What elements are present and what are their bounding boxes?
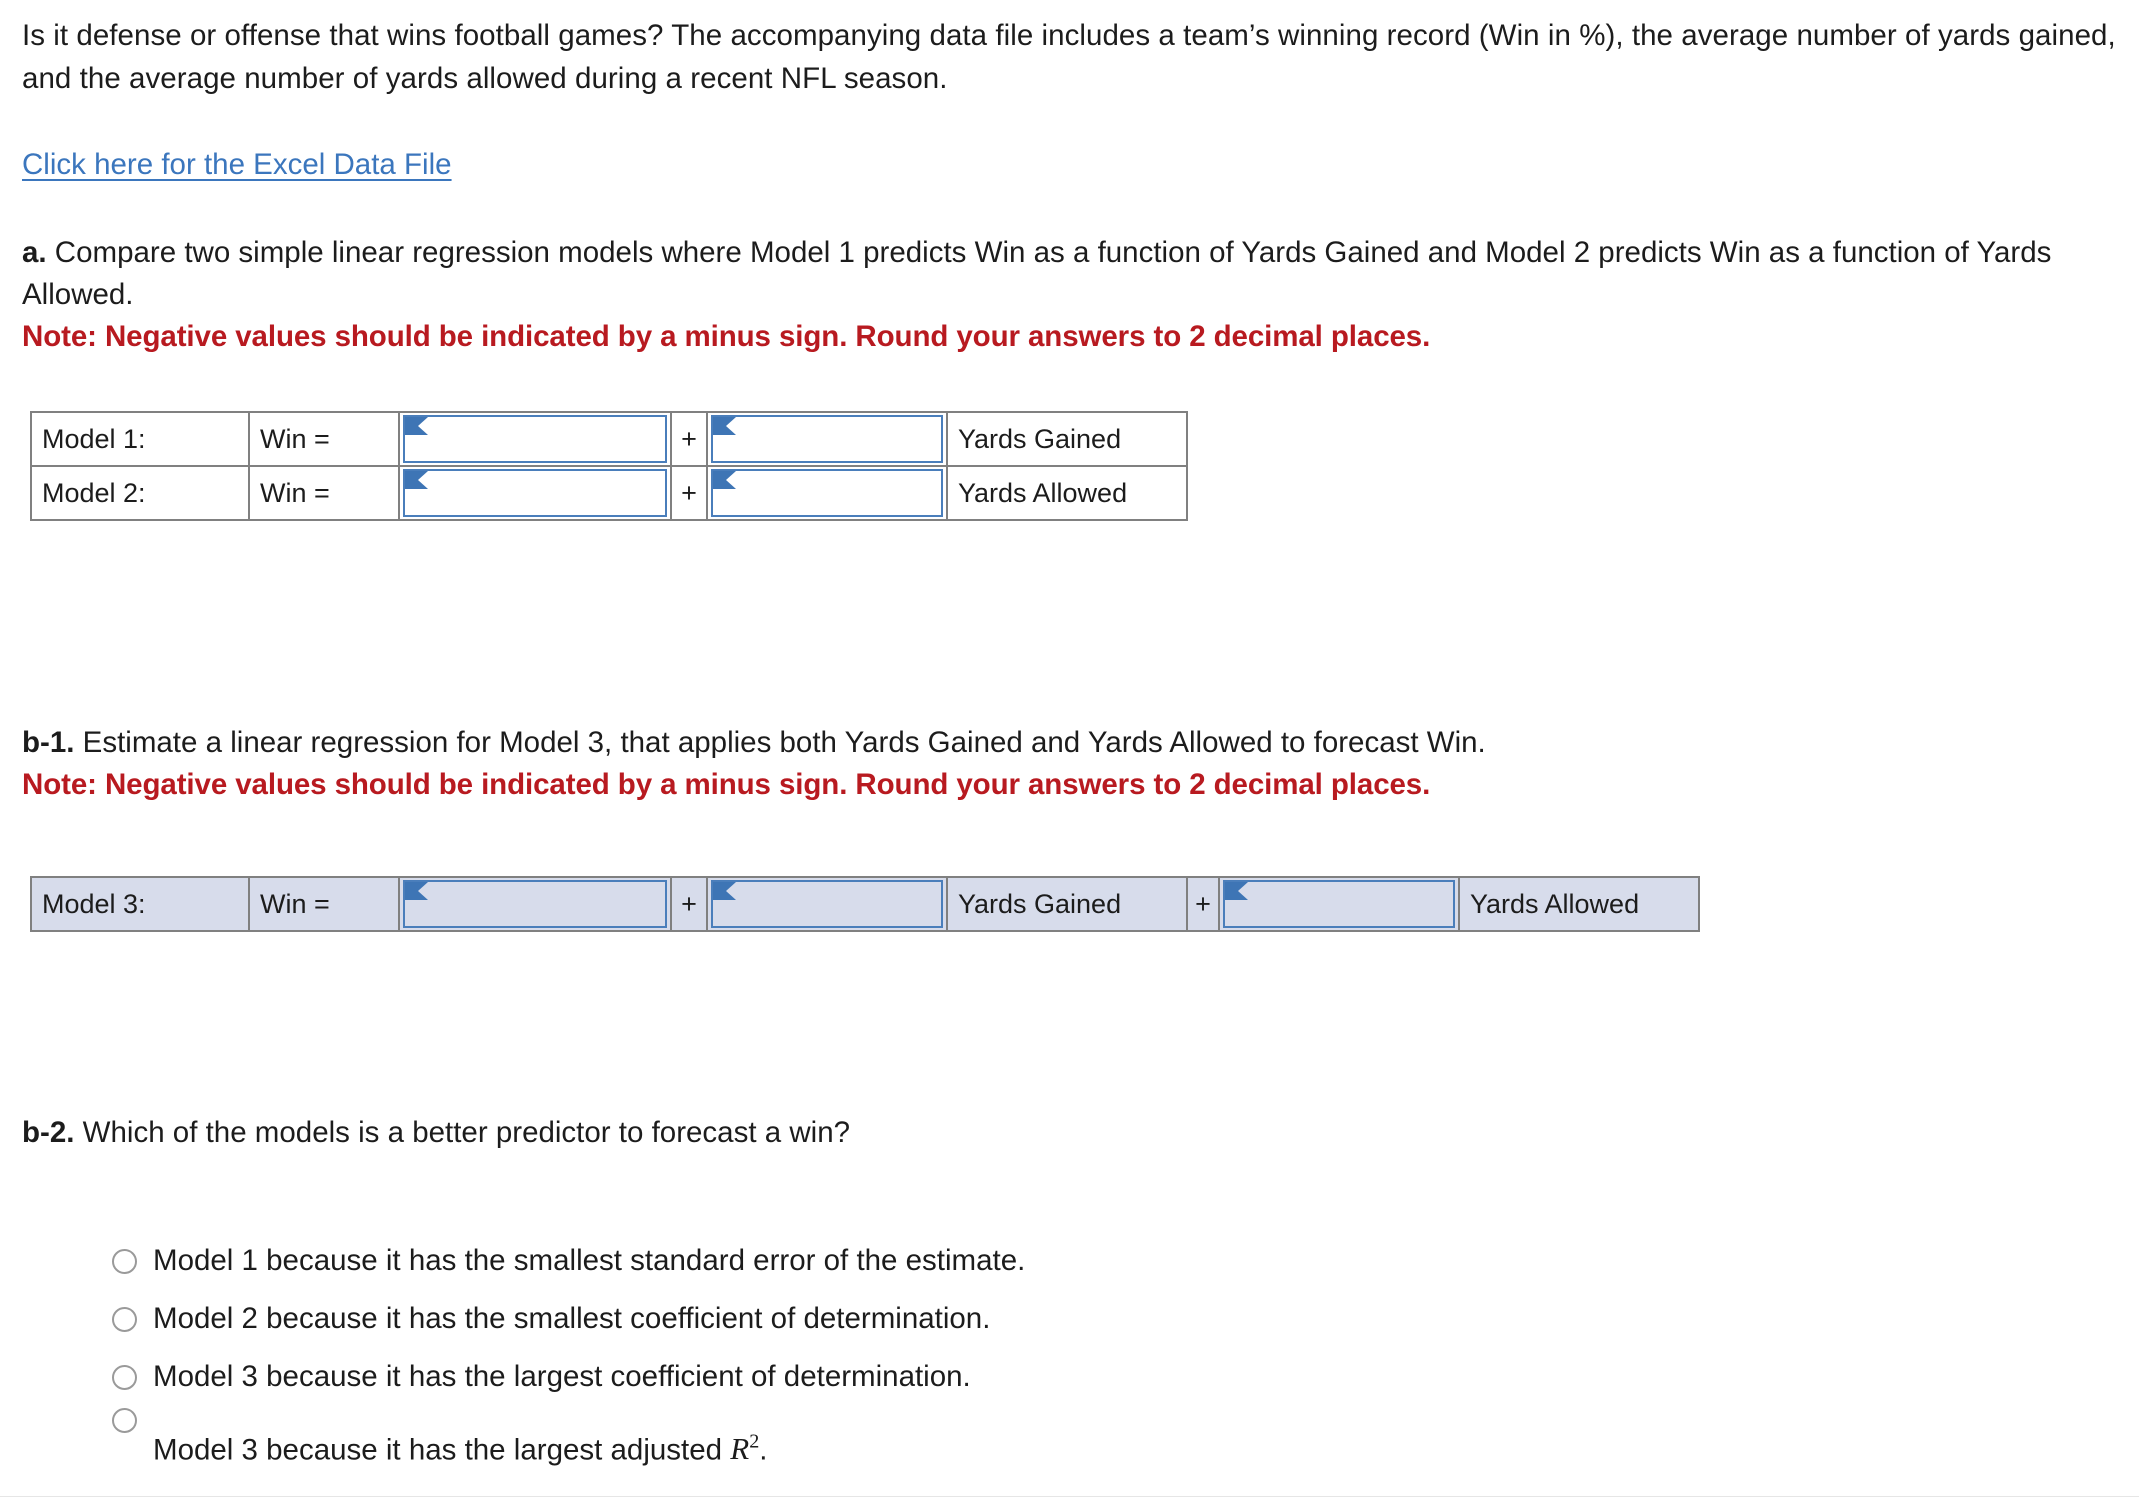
model-2-label: Model 2: <box>30 465 250 521</box>
model-1-slope-input[interactable] <box>711 415 943 463</box>
model-2-plus-sign: + <box>670 465 708 521</box>
model-table-a: Model 1: Win = + Yards Gained Model 2: W… <box>30 411 1188 521</box>
answer-options-list: Model 1 because it has the smallest stan… <box>112 1238 1612 1470</box>
model-1-slope-cell <box>706 411 948 467</box>
radio-button-option-1[interactable] <box>112 1249 137 1274</box>
radio-button-option-3[interactable] <box>112 1365 137 1390</box>
question-b1: b-1. Estimate a linear regression for Mo… <box>22 722 2127 806</box>
radio-button-option-2[interactable] <box>112 1307 137 1332</box>
option-1-label[interactable]: Model 1 because it has the smallest stan… <box>153 1238 1025 1284</box>
model-3-slope2-cell <box>1218 876 1460 932</box>
input-wrapper <box>403 415 667 463</box>
question-b1-text: Estimate a linear regression for Model 3… <box>74 726 1486 759</box>
question-a-text: Compare two simple linear regression mod… <box>22 236 2052 311</box>
model-1-equals: Win = <box>248 411 400 467</box>
bottom-divider <box>0 1496 2139 1497</box>
input-wrapper <box>403 880 667 928</box>
model-2-slope-input[interactable] <box>711 469 943 517</box>
question-b2: b-2. Which of the models is a better pre… <box>22 1112 1622 1154</box>
model-3-intercept-cell <box>398 876 672 932</box>
question-a: a. Compare two simple linear regression … <box>22 232 2127 358</box>
question-b1-label: b-1. <box>22 726 75 759</box>
option-4-label[interactable]: Model 3 because it has the largest adjus… <box>153 1412 767 1480</box>
option-2-label[interactable]: Model 2 because it has the smallest coef… <box>153 1296 990 1342</box>
table-row: Model 1: Win = + Yards Gained <box>30 411 1188 467</box>
excel-data-file-link[interactable]: Click here for the Excel Data File <box>22 145 452 185</box>
model-3-variable-1: Yards Gained <box>946 876 1188 932</box>
model-table-b: Model 3: Win = + Yards Gained + Yards Al… <box>30 876 1700 932</box>
model-2-equals: Win = <box>248 465 400 521</box>
model-1-plus-sign: + <box>670 411 708 467</box>
question-a-note: Note: Negative values should be indicate… <box>22 320 1431 353</box>
model-2-intercept-cell <box>398 465 672 521</box>
model-3-plus-sign-1: + <box>670 876 708 932</box>
r-symbol: R <box>730 1431 750 1467</box>
option-3-label[interactable]: Model 3 because it has the largest coeff… <box>153 1354 971 1400</box>
model-3-variable-2: Yards Allowed <box>1458 876 1700 932</box>
option-4-text-suffix: . <box>759 1433 768 1467</box>
table-row: Model 2: Win = + Yards Allowed <box>30 465 1188 521</box>
model-2-slope-cell <box>706 465 948 521</box>
input-wrapper <box>711 880 943 928</box>
model-3-slope2-input[interactable] <box>1223 880 1455 928</box>
option-4-text-prefix: Model 3 because it has the largest adjus… <box>153 1433 731 1467</box>
question-a-label: a. <box>22 236 47 269</box>
model-2-intercept-input[interactable] <box>403 469 667 517</box>
question-page: Is it defense or offense that wins footb… <box>0 0 2139 1505</box>
model-3-slope1-input[interactable] <box>711 880 943 928</box>
r-exponent: 2 <box>749 1431 760 1453</box>
radio-button-option-4[interactable] <box>112 1408 137 1433</box>
question-b2-label: b-2. <box>22 1116 75 1149</box>
model-3-equals: Win = <box>248 876 400 932</box>
input-wrapper <box>1223 880 1455 928</box>
input-wrapper <box>711 415 943 463</box>
option-4-r-squared: R2 <box>730 1431 759 1466</box>
question-b2-text: Which of the models is a better predicto… <box>74 1116 851 1149</box>
model-1-label: Model 1: <box>30 411 250 467</box>
input-wrapper <box>403 469 667 517</box>
table-row: Model 3: Win = + Yards Gained + Yards Al… <box>30 876 1700 932</box>
model-3-slope1-cell <box>706 876 948 932</box>
model-3-plus-sign-2: + <box>1186 876 1220 932</box>
option-row-2[interactable]: Model 2 because it has the smallest coef… <box>112 1296 1612 1354</box>
model-2-variable: Yards Allowed <box>946 465 1188 521</box>
model-1-intercept-cell <box>398 411 672 467</box>
input-wrapper <box>711 469 943 517</box>
model-3-label: Model 3: <box>30 876 250 932</box>
model-1-variable: Yards Gained <box>946 411 1188 467</box>
option-row-3[interactable]: Model 3 because it has the largest coeff… <box>112 1354 1612 1412</box>
model-1-intercept-input[interactable] <box>403 415 667 463</box>
question-b1-note: Note: Negative values should be indicate… <box>22 768 1431 801</box>
option-row-4[interactable]: Model 3 because it has the largest adjus… <box>112 1408 1612 1470</box>
model-3-intercept-input[interactable] <box>403 880 667 928</box>
intro-paragraph: Is it defense or offense that wins footb… <box>22 19 2116 95</box>
option-row-1[interactable]: Model 1 because it has the smallest stan… <box>112 1238 1612 1296</box>
